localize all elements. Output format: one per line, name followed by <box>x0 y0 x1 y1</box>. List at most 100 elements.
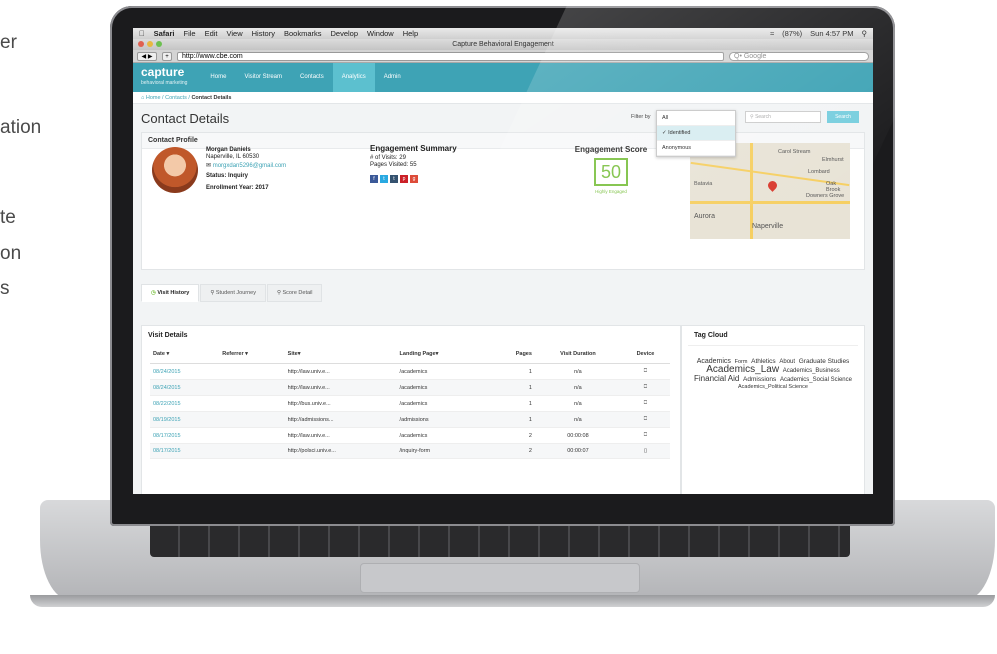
side-text-3: te <box>0 207 16 228</box>
pinterest-icon[interactable]: p <box>400 175 408 183</box>
nav-home[interactable]: Home <box>201 63 235 92</box>
menu-safari[interactable]: Safari <box>154 29 175 38</box>
col-landing-page[interactable]: Landing Page▾ <box>396 345 490 364</box>
filter-option-all[interactable]: All <box>657 111 735 126</box>
row-duration: 00:00:07 <box>534 443 621 459</box>
social-icons: f t t p g <box>370 175 457 183</box>
breadcrumb-current: Contact Details <box>191 95 232 101</box>
nav-admin[interactable]: Admin <box>375 63 410 92</box>
table-row[interactable]: 08/17/2015 http://law.univ.e.../academics… <box>150 427 670 444</box>
col-visit-duration: Visit Duration <box>534 345 621 364</box>
zoom-window-button[interactable] <box>156 41 162 47</box>
tag-item[interactable]: Academics_Social Science <box>780 377 852 383</box>
table-row[interactable]: 08/17/2015 http://polsci.univ.e.../inquir… <box>150 443 670 459</box>
col-date[interactable]: Date ▾ <box>150 345 220 364</box>
row-referrer <box>219 443 285 459</box>
row-date[interactable]: 08/19/2015 <box>150 411 220 428</box>
wifi-icon[interactable]: ≈ <box>770 29 774 38</box>
map-road <box>690 201 850 204</box>
row-date[interactable]: 08/24/2015 <box>150 363 220 380</box>
menu-view[interactable]: View <box>227 29 243 38</box>
filter-option-anonymous[interactable]: Anonymous <box>657 141 735 156</box>
side-text-2: ation <box>0 117 42 138</box>
tumblr-icon[interactable]: t <box>390 175 398 183</box>
apple-icon[interactable]:  <box>139 29 145 38</box>
table-row[interactable]: 08/22/2015 http://bus.univ.e.../academics… <box>150 395 670 412</box>
detail-tabs: ◷ Visit History ⚲ Student Journey ⚲ Scor… <box>141 284 865 302</box>
google-plus-icon[interactable]: g <box>410 175 418 183</box>
facebook-icon[interactable]: f <box>370 175 378 183</box>
row-duration: n/a <box>534 411 621 428</box>
nav-contacts[interactable]: Contacts <box>291 63 333 92</box>
tag-item[interactable]: Financial Aid <box>694 374 739 383</box>
table-row[interactable]: 08/19/2015 http://admissions.../admission… <box>150 411 670 428</box>
desktop-icon: ⎕ <box>620 427 670 444</box>
search-button[interactable]: Search <box>827 111 859 123</box>
col-referrer[interactable]: Referrer ▾ <box>219 345 285 364</box>
tag-item[interactable]: Graduate Studies <box>799 358 850 365</box>
row-landing-page: /academics <box>396 427 490 444</box>
browser-titlebar: Capture Behavioral Engagement <box>133 39 873 50</box>
tab-visit-history[interactable]: ◷ Visit History <box>141 284 200 302</box>
row-date[interactable]: 08/17/2015 <box>150 443 220 459</box>
close-window-button[interactable] <box>138 41 144 47</box>
spotlight-icon[interactable]: ⚲ <box>862 29 868 38</box>
contact-email[interactable]: ✉ morgxdan5296@gmail.com <box>206 162 286 169</box>
filter-dropdown[interactable]: All ✓ Identified Anonymous <box>656 110 736 157</box>
tab-score-detail[interactable]: ⚲ Score Detail <box>266 284 323 302</box>
window-controls <box>138 41 162 47</box>
contact-search-input[interactable]: ⚲ Search <box>745 111 821 123</box>
score-label: Highly Engaged <box>595 189 627 194</box>
battery-status[interactable]: (87%) <box>782 29 802 38</box>
table-row[interactable]: 08/24/2015 http://law.univ.e.../academics… <box>150 363 670 380</box>
row-landing-page: /admissions <box>396 411 490 428</box>
breadcrumb-contacts[interactable]: Contacts <box>165 95 187 101</box>
location-map[interactable]: Batavia Carol Stream Elmhurst Lombard Do… <box>690 143 850 239</box>
tab-visit-history-label: Visit History <box>157 290 190 296</box>
map-label: Batavia <box>694 181 713 187</box>
menu-edit[interactable]: Edit <box>205 29 218 38</box>
menu-history[interactable]: History <box>252 29 275 38</box>
tag-item[interactable]: Academics_Business <box>783 368 840 374</box>
tag-item[interactable]: Academics_Political Science <box>738 384 808 390</box>
tag-item[interactable]: About <box>779 359 795 365</box>
address-bar[interactable]: http://www.cbe.com <box>177 51 724 61</box>
filter-option-identified[interactable]: ✓ Identified <box>657 126 735 141</box>
search-placeholder: Search <box>755 114 771 120</box>
menu-file[interactable]: File <box>183 29 195 38</box>
row-site: http://bus.univ.e... <box>284 395 397 412</box>
capture-logo[interactable]: capture behavioral marketing <box>141 66 187 89</box>
tag-cloud: Academics Form Athletics About Graduate … <box>682 346 864 403</box>
tag-item[interactable]: Admissions <box>743 376 776 383</box>
row-date[interactable]: 08/22/2015 <box>150 395 220 412</box>
home-icon[interactable]: ⌂ <box>141 95 144 101</box>
tab-score-detail-label: Score Detail <box>282 290 313 296</box>
col-site[interactable]: Site▾ <box>284 345 397 364</box>
breadcrumb-home[interactable]: Home <box>146 95 161 101</box>
engagement-summary-title: Engagement Summary <box>370 144 457 153</box>
row-landing-page: /academics <box>396 379 490 396</box>
row-date[interactable]: 08/17/2015 <box>150 427 220 444</box>
menu-develop[interactable]: Develop <box>331 29 359 38</box>
minimize-window-button[interactable] <box>147 41 153 47</box>
row-date[interactable]: 08/24/2015 <box>150 379 220 396</box>
google-search-field[interactable]: Q• Google <box>729 51 869 61</box>
nav-analytics[interactable]: Analytics <box>332 63 375 92</box>
row-referrer <box>219 363 285 380</box>
add-tab-button[interactable]: + <box>162 51 172 61</box>
nav-visitor-stream[interactable]: Visitor Stream <box>235 63 291 92</box>
back-forward-buttons[interactable]: ◀ ▶ <box>137 51 157 61</box>
row-site: http://admissions... <box>284 411 397 428</box>
map-pin-icon <box>766 179 779 192</box>
tab-student-journey[interactable]: ⚲ Student Journey <box>200 284 266 302</box>
menu-bookmarks[interactable]: Bookmarks <box>284 29 322 38</box>
window-title: Capture Behavioral Engagement <box>452 41 554 48</box>
col-pages: Pages <box>489 345 535 364</box>
twitter-icon[interactable]: t <box>380 175 388 183</box>
row-pages: 1 <box>489 395 535 412</box>
table-row[interactable]: 08/24/2015 http://law.univ.e.../academics… <box>150 379 670 396</box>
menu-window[interactable]: Window <box>367 29 394 38</box>
clock[interactable]: Sun 4:57 PM <box>810 29 853 38</box>
row-duration: n/a <box>534 379 621 396</box>
menu-help[interactable]: Help <box>403 29 418 38</box>
